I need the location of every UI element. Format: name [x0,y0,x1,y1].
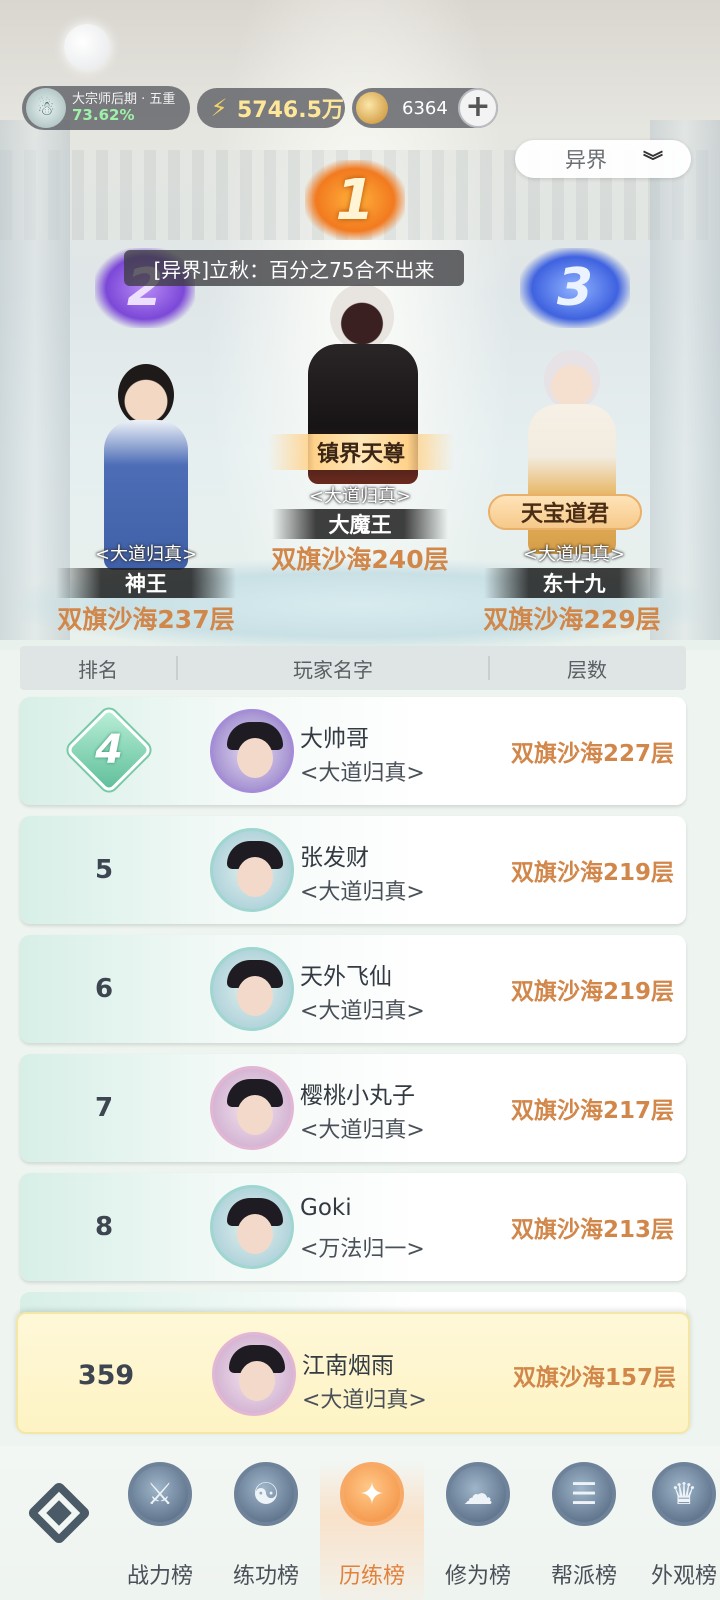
avatar[interactable] [210,1066,294,1150]
realm-title: 大宗师后期 · 五重 [72,91,176,107]
row-sect: <大道归真> [300,880,425,905]
my-level: 双旗沙海157层 [512,1365,676,1391]
character-body [528,404,616,554]
row-level: 双旗沙海227层 [510,741,674,767]
row-player-name: 大帅哥 [300,726,369,752]
chat-bubble: [异界]立秋：百分之75合不出来 [124,250,464,286]
tab-training[interactable]: ☯ 练功榜 [214,1460,318,1600]
tab-cultivation[interactable]: ☁ 修为榜 [426,1460,530,1600]
row-sect: <万法归一> [300,1237,425,1262]
row-player-name: Goki [300,1195,352,1221]
character-rank-1[interactable] [298,284,428,514]
tab-guild[interactable]: ☰ 帮派榜 [532,1460,636,1600]
tab-label: 练功榜 [232,1564,299,1589]
row-level: 双旗沙海217层 [510,1098,674,1124]
rank-1-sect: <大道归真> [308,486,412,507]
currency-value: 6364 [402,97,448,119]
my-sect: <大道归真> [302,1388,427,1413]
menu-diamond-icon[interactable] [22,1476,96,1550]
tab-trials[interactable]: ✦ 历练榜 [320,1460,424,1600]
row-level: 双旗沙海219层 [510,979,674,1005]
ranking-table-header: 排名 玩家名字 层数 [20,646,686,690]
my-rank-row[interactable]: 359 江南烟雨 <大道归真> 双旗沙海157层 [16,1312,690,1434]
avatar[interactable] [210,1185,294,1269]
tab-label: 帮派榜 [550,1564,617,1589]
add-currency-button[interactable]: + [458,88,498,128]
moon-decoration [64,24,110,70]
row-sect: <大道归真> [300,1118,425,1143]
my-player-name: 江南烟雨 [302,1353,394,1379]
tab-appearance[interactable]: ♛ 外观榜 [632,1460,720,1600]
power-display[interactable]: ⚡ 5746.5万 [197,88,345,128]
header-rank: 排名 [78,657,118,682]
rank-3-badge: 3 [520,248,630,328]
power-icon: ⚡ [210,94,228,122]
avatar[interactable] [210,828,294,912]
rank-1-player-name[interactable]: 大魔王 [272,509,448,539]
row-rank: 7 [94,1093,114,1123]
yin-yang-icon: ☯ [234,1462,298,1526]
realm-filter-label: 异界 [565,148,607,172]
rank-3-title-banner: 天宝道君 [488,494,642,530]
costume-icon: ♛ [652,1462,716,1526]
row-player-name: 樱桃小丸子 [300,1083,415,1109]
cultivator-icon: ☃ [26,88,66,128]
character-head [544,350,600,410]
row-rank: 4 [95,727,123,773]
ranking-row[interactable]: 5 张发财 <大道归真> 双旗沙海219层 [20,816,686,924]
header-floors: 层数 [567,657,607,682]
realm-status[interactable]: ☃ 大宗师后期 · 五重 73.62% [22,86,190,130]
realm-progress: 73.62% [72,105,135,124]
sparkle-icon: ✦ [340,1462,404,1526]
ranking-row[interactable]: 6 天外飞仙 <大道归真> 双旗沙海219层 [20,935,686,1043]
rank-3-player-name[interactable]: 东十九 [484,568,664,598]
row-sect: <大道归真> [300,761,425,786]
ranking-row[interactable]: 4 大帅哥 <大道归真> 双旗沙海227层 [20,697,686,805]
row-rank: 5 [94,855,114,885]
podium-scene: 1 2 3 [异界]立秋：百分之75合不出来 镇界天尊 天宝道君 <大道归真> … [0,0,720,650]
tab-label: 修为榜 [444,1564,511,1589]
chevron-down-icon: ︾ [643,148,663,173]
tab-label: 战力榜 [126,1564,193,1589]
rank-1-badge: 1 [305,160,405,240]
tab-label: 历练榜 [338,1564,405,1589]
tab-label: 外观榜 [650,1564,717,1589]
avatar[interactable] [210,709,294,793]
tab-combat-power[interactable]: ⚔ 战力榜 [108,1460,212,1600]
avatar[interactable] [210,947,294,1031]
rank-3-sect: <大道归真> [522,544,626,565]
my-avatar[interactable] [212,1332,296,1416]
power-value: 5746.5万 [237,98,344,123]
row-rank: 8 [94,1212,114,1242]
rank-2-player-name[interactable]: 神王 [56,568,236,598]
ranking-row[interactable]: 8 Goki <万法归一> 双旗沙海213层 [20,1173,686,1281]
coin-icon [356,92,388,124]
rank-3-level: 双旗沙海229层 [483,605,661,634]
bottom-nav: ⚔ 战力榜 ☯ 练功榜 ✦ 历练榜 ☁ 修为榜 ☰ 帮派榜 ♛ 外观榜 [0,1446,720,1600]
row-sect: <大道归真> [300,999,425,1024]
realm-filter-dropdown[interactable]: 异界 ︾ [515,140,691,178]
ranking-row[interactable]: 7 樱桃小丸子 <大道归真> 双旗沙海217层 [20,1054,686,1162]
row-level: 双旗沙海219层 [510,860,674,886]
rank-2-level: 双旗沙海237层 [57,605,235,634]
row-level: 双旗沙海213层 [510,1217,674,1243]
rank-1-level: 双旗沙海240层 [271,545,449,574]
row-player-name: 张发财 [300,845,369,871]
cloud-icon: ☁ [446,1462,510,1526]
character-head [118,364,174,426]
row-rank: 6 [94,974,114,1004]
my-rank: 359 [77,1359,135,1391]
character-head [330,284,394,350]
rank-1-title-banner: 镇界天尊 [268,434,454,470]
rank-2-sect: <大道归真> [94,544,198,565]
crossed-swords-icon: ⚔ [128,1462,192,1526]
row-player-name: 天外飞仙 [300,964,392,990]
header-player-name: 玩家名字 [293,657,373,682]
banner-icon: ☰ [552,1462,616,1526]
